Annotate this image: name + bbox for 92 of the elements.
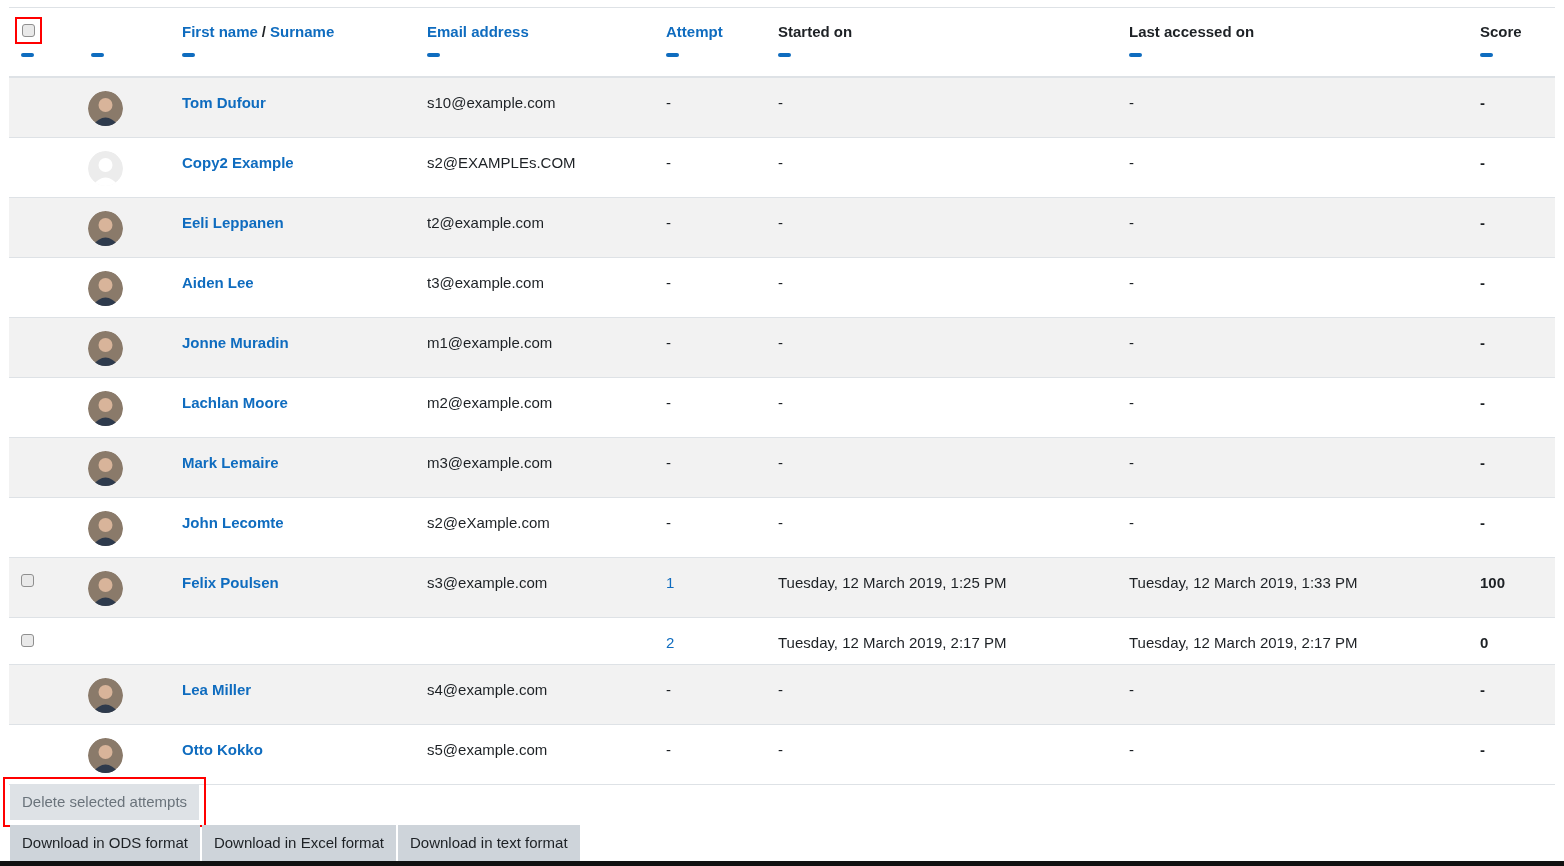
user-link[interactable]: Mark Lemaire: [182, 454, 279, 471]
user-link[interactable]: Tom Dufour: [182, 94, 266, 111]
table-cell: -: [1480, 681, 1485, 698]
attempt-number-link[interactable]: 2: [666, 634, 675, 651]
table-cell: -: [1129, 454, 1134, 471]
table-cell: -: [1129, 274, 1134, 291]
table-cell: -: [1480, 741, 1485, 758]
table-cell: s4@example.com: [427, 681, 548, 698]
checkbox[interactable]: [21, 574, 34, 587]
download-button[interactable]: Download in ODS format: [10, 825, 200, 861]
table-cell: -: [778, 214, 783, 231]
table-cell: -: [1129, 681, 1134, 698]
user-link[interactable]: Felix Poulsen: [182, 574, 279, 591]
table-cell: -: [1129, 394, 1134, 411]
table-cell: -: [1129, 741, 1134, 758]
table-cell: -: [1480, 334, 1485, 351]
table-cell: s5@example.com: [427, 741, 548, 758]
table-cell: -: [1480, 454, 1485, 471]
table-cell: s2@EXAMPLEs.COM: [427, 154, 576, 171]
table-cell: -: [1129, 334, 1134, 351]
table-cell: -: [1129, 214, 1134, 231]
minus-icon[interactable]: [1129, 53, 1142, 57]
table-cell: 0: [1480, 634, 1489, 651]
sort-link[interactable]: Attempt: [666, 23, 723, 40]
minus-icon[interactable]: [91, 53, 104, 57]
table-cell: -: [778, 741, 783, 758]
table-cell: -: [666, 741, 671, 758]
table-cell: -: [778, 454, 783, 471]
user-link[interactable]: John Lecomte: [182, 514, 284, 531]
table-cell: 100: [1480, 574, 1506, 591]
user-link[interactable]: Eeli Leppanen: [182, 214, 284, 231]
table-cell: -: [778, 514, 783, 531]
table-cell: -: [666, 154, 671, 171]
user-link[interactable]: Lea Miller: [182, 681, 252, 698]
table-cell: -: [1480, 94, 1485, 111]
minus-icon[interactable]: [427, 53, 440, 57]
table-cell: Tuesday, 12 March 2019, 2:17 PM: [778, 634, 1007, 651]
user-link[interactable]: Otto Kokko: [182, 741, 263, 758]
sort-link[interactable]: First name: [182, 21, 258, 44]
table-cell: t2@example.com: [427, 214, 544, 231]
attempt-number-link[interactable]: 1: [666, 574, 675, 591]
table-cell: -: [1480, 514, 1485, 531]
table-cell: -: [1480, 394, 1485, 411]
minus-icon[interactable]: [666, 53, 679, 57]
table-cell: -: [1129, 514, 1134, 531]
table-cell: -: [778, 94, 783, 111]
user-link[interactable]: Aiden Lee: [182, 274, 254, 291]
table-cell: -: [1480, 214, 1485, 231]
minus-icon[interactable]: [778, 53, 791, 57]
table-cell: -: [778, 394, 783, 411]
table-cell: -: [1480, 274, 1485, 291]
download-button[interactable]: Download in text format: [398, 825, 580, 861]
column-heading: Score: [1480, 23, 1522, 40]
table-cell: s10@example.com: [427, 94, 556, 111]
download-button[interactable]: Download in Excel format: [201, 825, 396, 861]
separator: /: [261, 22, 267, 42]
table-cell: -: [666, 214, 671, 231]
user-link[interactable]: Lachlan Moore: [182, 394, 288, 411]
table-cell: -: [778, 154, 783, 171]
column-heading: Last accessed on: [1129, 23, 1255, 40]
table-cell: -: [666, 274, 671, 291]
table-cell: -: [666, 681, 671, 698]
minus-icon[interactable]: [182, 53, 195, 57]
table-cell: Tuesday, 12 March 2019, 2:17 PM: [1129, 634, 1358, 651]
table-cell: -: [1129, 154, 1134, 171]
table-cell: -: [666, 514, 671, 531]
table-cell: -: [778, 274, 783, 291]
user-link[interactable]: Jonne Muradin: [182, 334, 289, 351]
sort-link[interactable]: Surname: [270, 21, 335, 44]
table-cell: s2@eXample.com: [427, 514, 550, 531]
table-cell: Tuesday, 12 March 2019, 1:33 PM: [1129, 574, 1358, 591]
minus-icon[interactable]: [1480, 53, 1493, 57]
table-cell: -: [778, 681, 783, 698]
table-cell: m2@example.com: [427, 394, 553, 411]
table-cell: -: [1480, 154, 1485, 171]
column-heading: Started on: [778, 23, 853, 40]
sort-link[interactable]: Email address: [427, 23, 529, 40]
table-cell: -: [666, 394, 671, 411]
checkbox[interactable]: [21, 634, 34, 647]
table-cell: -: [778, 334, 783, 351]
minus-icon[interactable]: [21, 53, 34, 57]
table-cell: -: [666, 94, 671, 111]
table-cell: -: [666, 334, 671, 351]
table-cell: Tuesday, 12 March 2019, 1:25 PM: [778, 574, 1007, 591]
table-cell: m3@example.com: [427, 454, 553, 471]
table-cell: m1@example.com: [427, 334, 553, 351]
checkbox[interactable]: [22, 24, 35, 37]
user-link[interactable]: Copy2 Example: [182, 154, 294, 171]
table-cell: s3@example.com: [427, 574, 548, 591]
table-cell: -: [1129, 94, 1134, 111]
table-cell: -: [666, 454, 671, 471]
table-cell: t3@example.com: [427, 274, 544, 291]
